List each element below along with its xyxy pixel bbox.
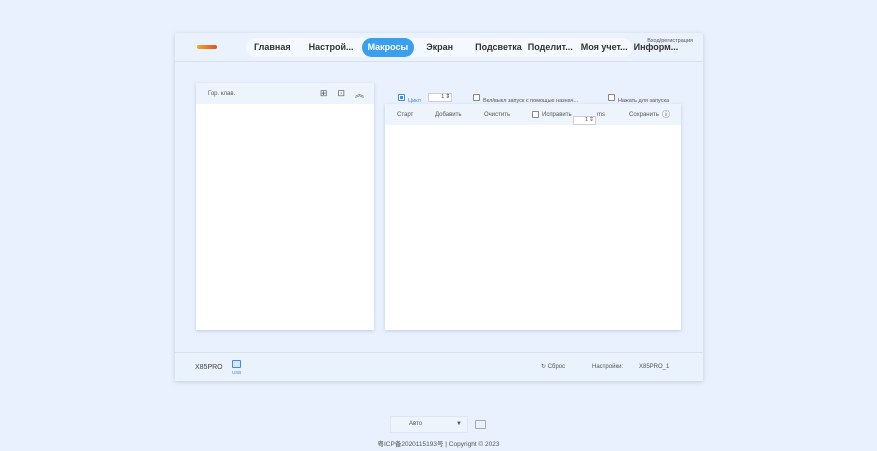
hotkey-title: Гор. клав. [208,90,236,97]
macro-toolbar: Старт Добавить Очистить Исправить 1 ms С… [385,104,681,125]
settings-label: Настройки: [592,364,624,370]
macro-panel: Старт Добавить Очистить Исправить 1 ms С… [385,104,681,330]
fix-option: Исправить [532,110,572,119]
login-link[interactable]: Вход/регистрация [647,38,693,44]
nav-share[interactable]: Поделит... [523,38,578,57]
add-button[interactable]: Добавить [435,112,462,118]
hotkey-panel-header: Гор. клав. ⊞ ⊡ ︽ [196,83,374,104]
mode-value: Авто [409,421,423,427]
logo [197,45,217,49]
header: Главная Настрой... Макросы Экран Подсвет… [175,33,703,62]
cycle-input[interactable]: 1 [428,93,453,103]
nav-bar: Главная Настрой... Макросы Экран Подсвет… [246,38,678,57]
collapse-icon[interactable]: ︽ [355,87,364,100]
start-button[interactable]: Старт [397,112,413,118]
usb-icon [232,360,241,368]
nav-account[interactable]: Моя учет... [576,38,633,57]
hotkey-panel: Гор. клав. ⊞ ⊡ ︽ [196,83,374,330]
settings-profile[interactable]: X85PRO_1 [639,364,669,370]
save-button[interactable]: Сохранить [629,112,659,118]
device-name: X85PRO [195,364,223,371]
nav-lighting[interactable]: Подсветка [470,38,527,57]
press-launch-checkbox[interactable] [608,94,615,102]
help-icon[interactable]: ⓘ [662,109,670,120]
mode-select[interactable]: Авто ▼ [390,416,468,433]
ms-unit: ms [597,111,605,118]
footer-bar: X85PRO USB ↻ Сброс Настройки: X85PRO_1 [175,352,703,381]
fix-label: Исправить [542,112,572,119]
copyright: 粤ICP备2020115193号 | Copyright © 2023 [377,441,500,448]
nav-home[interactable]: Главная [249,38,296,57]
toggle-launch-checkbox[interactable] [473,94,480,102]
nav-screen[interactable]: Экран [421,38,458,57]
nav-macros[interactable]: Макросы [361,38,415,57]
keyboard-icon[interactable] [475,420,486,429]
fix-delay-input[interactable]: 1 [573,116,596,125]
chevron-down-icon: ▼ [456,421,462,427]
usb-label: USB [232,370,242,375]
clear-button[interactable]: Очистить [484,112,510,118]
new-folder-icon[interactable]: ⊡ [337,88,345,99]
reset-button[interactable]: ↻ Сброс [541,363,565,370]
cycle-checkbox[interactable] [398,94,405,102]
new-file-icon[interactable]: ⊞ [320,88,328,99]
refresh-icon: ↻ [541,364,547,370]
fix-checkbox[interactable] [532,110,539,118]
main-card: Главная Настрой... Макросы Экран Подсвет… [175,33,703,381]
nav-settings[interactable]: Настрой... [304,38,359,57]
reset-label: Сброс [547,364,566,370]
